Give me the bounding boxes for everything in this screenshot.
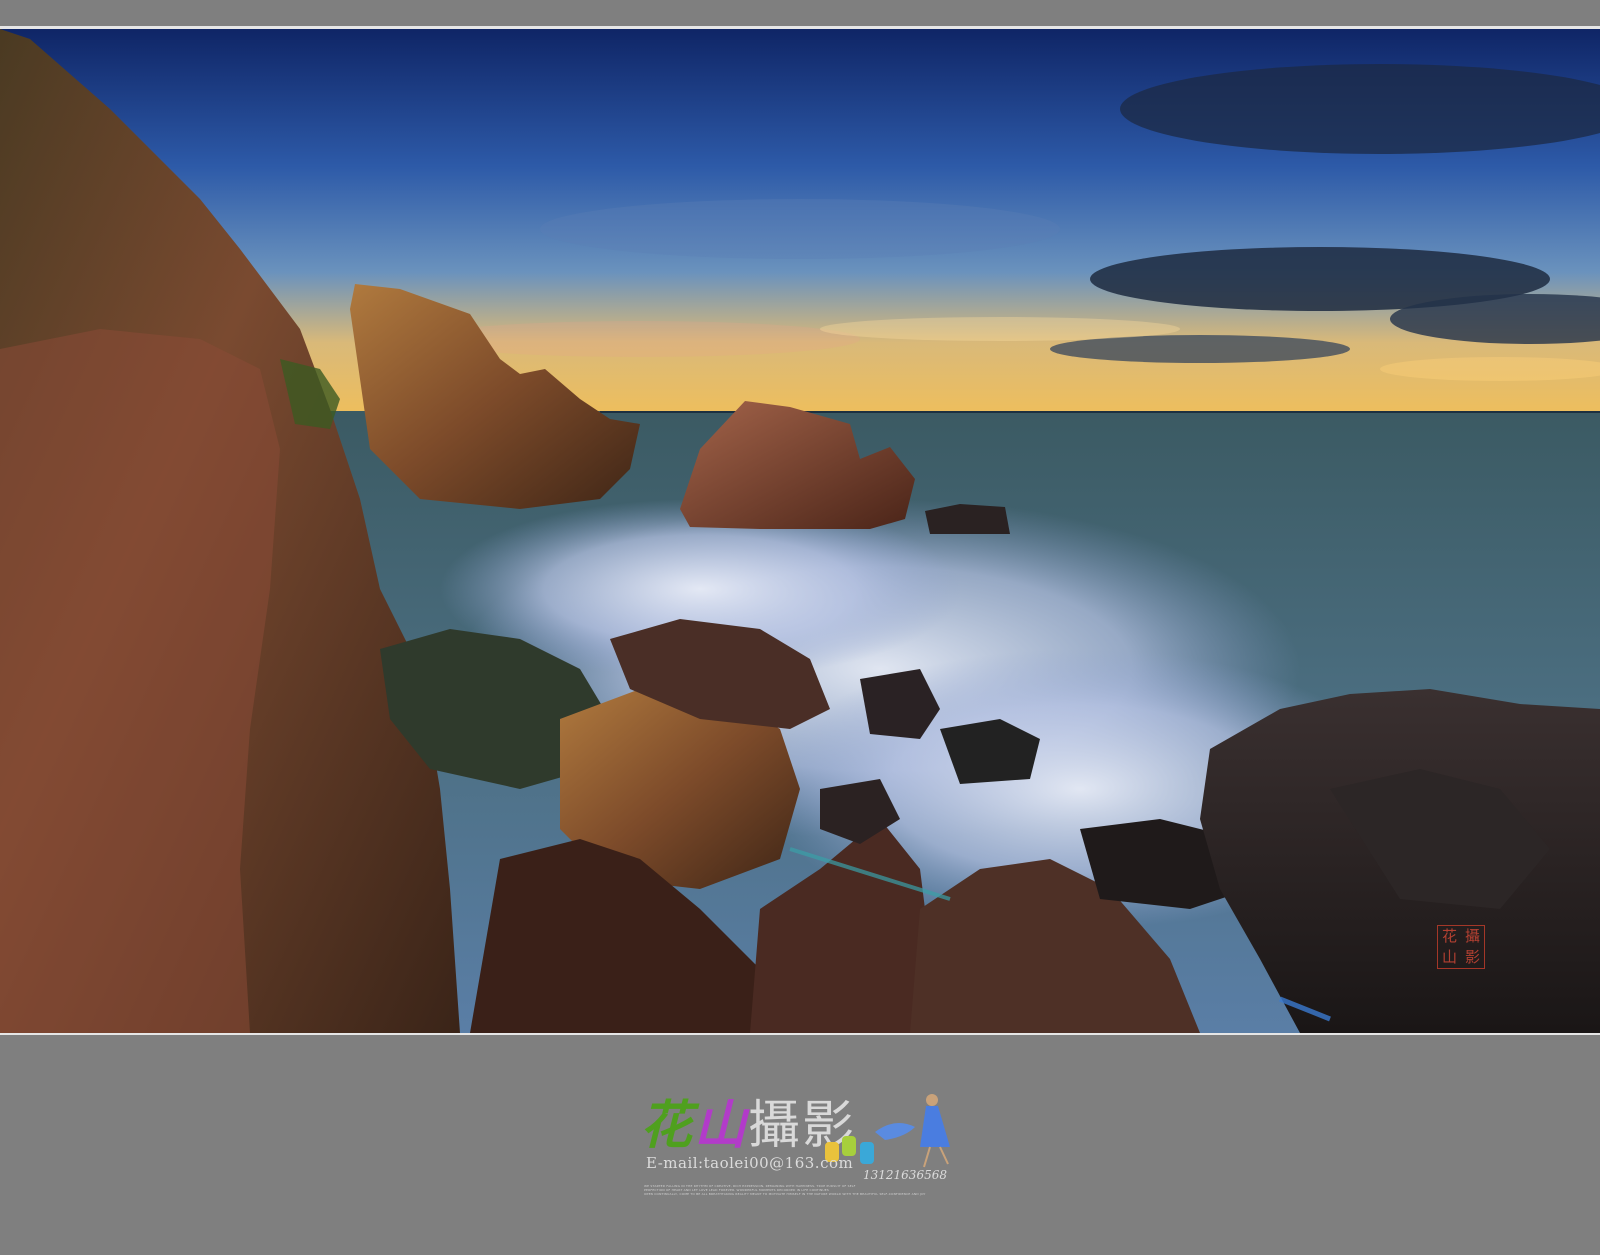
logo-phone: 13121636568 [863,1168,947,1182]
logo-email: E-mail:taolei00@163.com [646,1154,854,1172]
seal-char: 花 [1441,927,1457,945]
red-seal-stamp: 花 攝 山 影 [1437,925,1485,969]
bottom-frame-line [0,1033,1600,1035]
seascape-photo [0,29,1600,1033]
logo-title-char: 山 [694,1095,749,1156]
seal-char: 山 [1441,948,1457,966]
seal-char: 攝 [1464,927,1480,945]
logo-title-char: 花 [640,1095,695,1156]
fine-print-line: OPEN CONTINUALLY, COME TO BE ALL BREATHT… [644,1192,926,1196]
logo-fine-print: WE STARTED FALLING IN THE RHYTHM OF CREA… [644,1184,984,1200]
seal-char: 影 [1464,948,1480,966]
studio-logo: 花 山 攝影 E-mail:taolei00@163.com 131216365… [640,1092,980,1202]
